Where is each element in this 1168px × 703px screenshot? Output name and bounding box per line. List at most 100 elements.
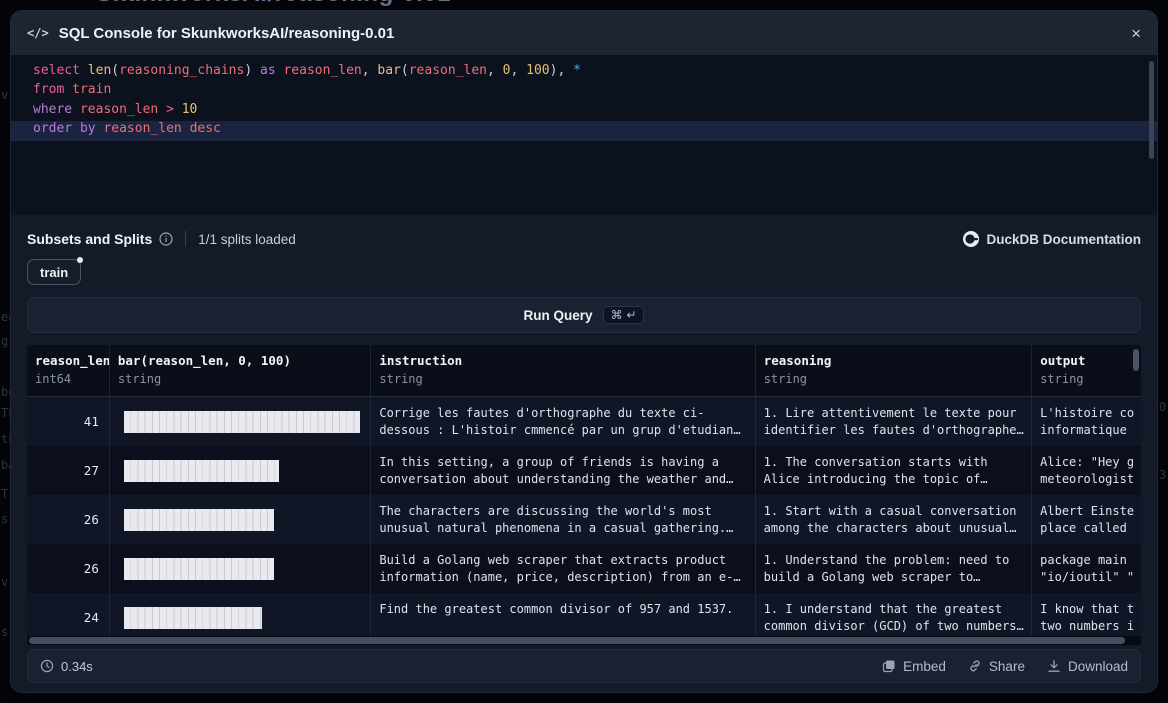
sql-token xyxy=(80,63,88,78)
cell-reason-len: 41 xyxy=(27,397,109,446)
cell-reasoning: 1. Lire attentivement le texte pour iden… xyxy=(755,397,1032,446)
embed-icon xyxy=(882,659,896,673)
cell-instruction: The characters are discussing the world'… xyxy=(370,495,754,544)
footer-actions: Embed Share Download xyxy=(882,659,1128,674)
sql-token: 10 xyxy=(182,102,198,117)
column-header-reasoning: reasoningstring xyxy=(755,345,1032,396)
cell-instruction: In this setting, a group of friends is h… xyxy=(370,446,754,495)
sql-token: reason_len xyxy=(409,63,487,78)
column-type: string xyxy=(764,372,1024,386)
sql-editor[interactable]: select len(reasoning_chains) as reason_l… xyxy=(11,55,1157,215)
cell-output: Alice: "Hey g meteorologist xyxy=(1031,446,1141,495)
cell-reason-len: 26 xyxy=(27,544,109,593)
editor-line: from train xyxy=(11,82,1157,101)
bar-visualization xyxy=(124,558,274,580)
sql-token xyxy=(64,82,72,97)
sql-token: 0 xyxy=(503,63,511,78)
table-vertical-scrollbar[interactable] xyxy=(1133,349,1139,371)
embed-button[interactable]: Embed xyxy=(882,659,946,674)
column-header-bar-reason-len-0-100-: bar(reason_len, 0, 100)string xyxy=(109,345,371,396)
modal-title: SQL Console for SkunkworksAI/reasoning-0… xyxy=(59,25,395,42)
sql-token: ( xyxy=(401,63,409,78)
background-text-fragment: s xyxy=(1,625,8,639)
cell-output: I know that t two numbers i xyxy=(1031,593,1141,642)
run-query-label: Run Query xyxy=(524,308,593,323)
divider xyxy=(185,231,186,247)
editor-scrollbar[interactable] xyxy=(1149,61,1154,159)
sql-token: by xyxy=(80,121,96,136)
share-link-icon xyxy=(968,659,982,673)
column-type: string xyxy=(379,372,746,386)
cell-output: Albert Einste place called xyxy=(1031,495,1141,544)
share-label: Share xyxy=(989,659,1025,674)
cell-instruction: Build a Golang web scraper that extracts… xyxy=(370,544,754,593)
sql-token xyxy=(495,63,503,78)
sql-token: reason_len xyxy=(103,121,181,136)
modal-body: Subsets and Splits 1/1 splits loaded Duc… xyxy=(11,227,1157,645)
sql-token xyxy=(158,102,166,117)
sql-token xyxy=(72,121,80,136)
splits-loaded-status: 1/1 splits loaded xyxy=(198,232,296,247)
sql-token: reasoning_chains xyxy=(119,63,244,78)
cell-reasoning: 1. Understand the problem: need to build… xyxy=(755,544,1032,593)
sql-token xyxy=(182,121,190,136)
sql-editor-lines: select len(reasoning_chains) as reason_l… xyxy=(11,63,1157,141)
sql-token: ( xyxy=(111,63,119,78)
background-text-fragment: g xyxy=(1,334,8,348)
sql-token: len xyxy=(88,63,111,78)
table-horizontal-scrollbar-track xyxy=(27,636,1141,645)
cell-reasoning: 1. I understand that the greatest common… xyxy=(755,593,1032,642)
table-horizontal-scrollbar[interactable] xyxy=(29,637,1125,644)
column-name: output xyxy=(1040,353,1133,368)
table-row: 26The characters are discussing the worl… xyxy=(27,495,1141,544)
share-button[interactable]: Share xyxy=(968,659,1025,674)
table-row: 26 Build a Golang web scraper that extrac… xyxy=(27,544,1141,593)
sql-token: as xyxy=(260,63,276,78)
column-type: string xyxy=(1040,372,1133,386)
info-icon[interactable] xyxy=(159,232,173,246)
sql-token xyxy=(565,63,573,78)
sql-token: select xyxy=(33,63,80,78)
duckdb-docs-link[interactable]: DuckDB Documentation xyxy=(963,231,1141,247)
cell-reasoning: 1. Start with a casual conversation amon… xyxy=(755,495,1032,544)
split-chip-label: train xyxy=(40,265,68,280)
close-icon[interactable]: × xyxy=(1131,25,1141,42)
table-row: 41 Corrige les fautes d'orthographe du te… xyxy=(27,397,1141,446)
footer-bar: 0.34s Embed Share Download xyxy=(27,649,1141,683)
duckdb-docs-label: DuckDB Documentation xyxy=(986,232,1141,247)
download-button[interactable]: Download xyxy=(1047,659,1128,674)
sql-token xyxy=(174,102,182,117)
sql-console-modal: </> SQL Console for SkunkworksAI/reasoni… xyxy=(10,10,1158,693)
sql-token: reason_len xyxy=(80,102,158,117)
column-type: string xyxy=(118,372,363,386)
cell-reasoning: 1. The conversation starts with Alice in… xyxy=(755,446,1032,495)
run-query-button[interactable]: Run Query ⌘ ↵ xyxy=(27,297,1141,333)
cell-bar xyxy=(109,544,371,593)
code-icon: </> xyxy=(27,26,49,40)
column-name: instruction xyxy=(379,353,746,368)
keyboard-shortcut-badge: ⌘ ↵ xyxy=(603,306,645,324)
results-table: reason_lenint64bar(reason_len, 0, 100)st… xyxy=(27,345,1141,645)
cell-output: L'histoire co informatique xyxy=(1031,397,1141,446)
cell-bar xyxy=(109,446,371,495)
sql-token xyxy=(72,102,80,117)
subsets-title: Subsets and Splits xyxy=(27,231,152,247)
sql-token: where xyxy=(33,102,72,117)
download-icon xyxy=(1047,659,1061,673)
background-text-fragment: 0 xyxy=(1159,400,1166,414)
editor-line: select len(reasoning_chains) as reason_l… xyxy=(11,63,1157,82)
editor-line: where reason_len > 10 xyxy=(11,102,1157,121)
cell-bar xyxy=(109,495,371,544)
sql-token xyxy=(518,63,526,78)
modal-header: </> SQL Console for SkunkworksAI/reasoni… xyxy=(11,11,1157,55)
cell-bar xyxy=(109,397,371,446)
cell-reason-len: 27 xyxy=(27,446,109,495)
sql-token: ) xyxy=(244,63,252,78)
table-row: 24Find the greatest common divisor of 95… xyxy=(27,593,1141,642)
cell-output: package main "io/ioutil" " xyxy=(1031,544,1141,593)
cell-instruction: Corrige les fautes d'orthographe du text… xyxy=(370,397,754,446)
split-chip-train[interactable]: train xyxy=(27,259,81,285)
background-text-fragment: s xyxy=(1,512,8,526)
column-header-output: output string xyxy=(1031,345,1141,396)
column-header-reason-len: reason_lenint64 xyxy=(27,345,109,396)
